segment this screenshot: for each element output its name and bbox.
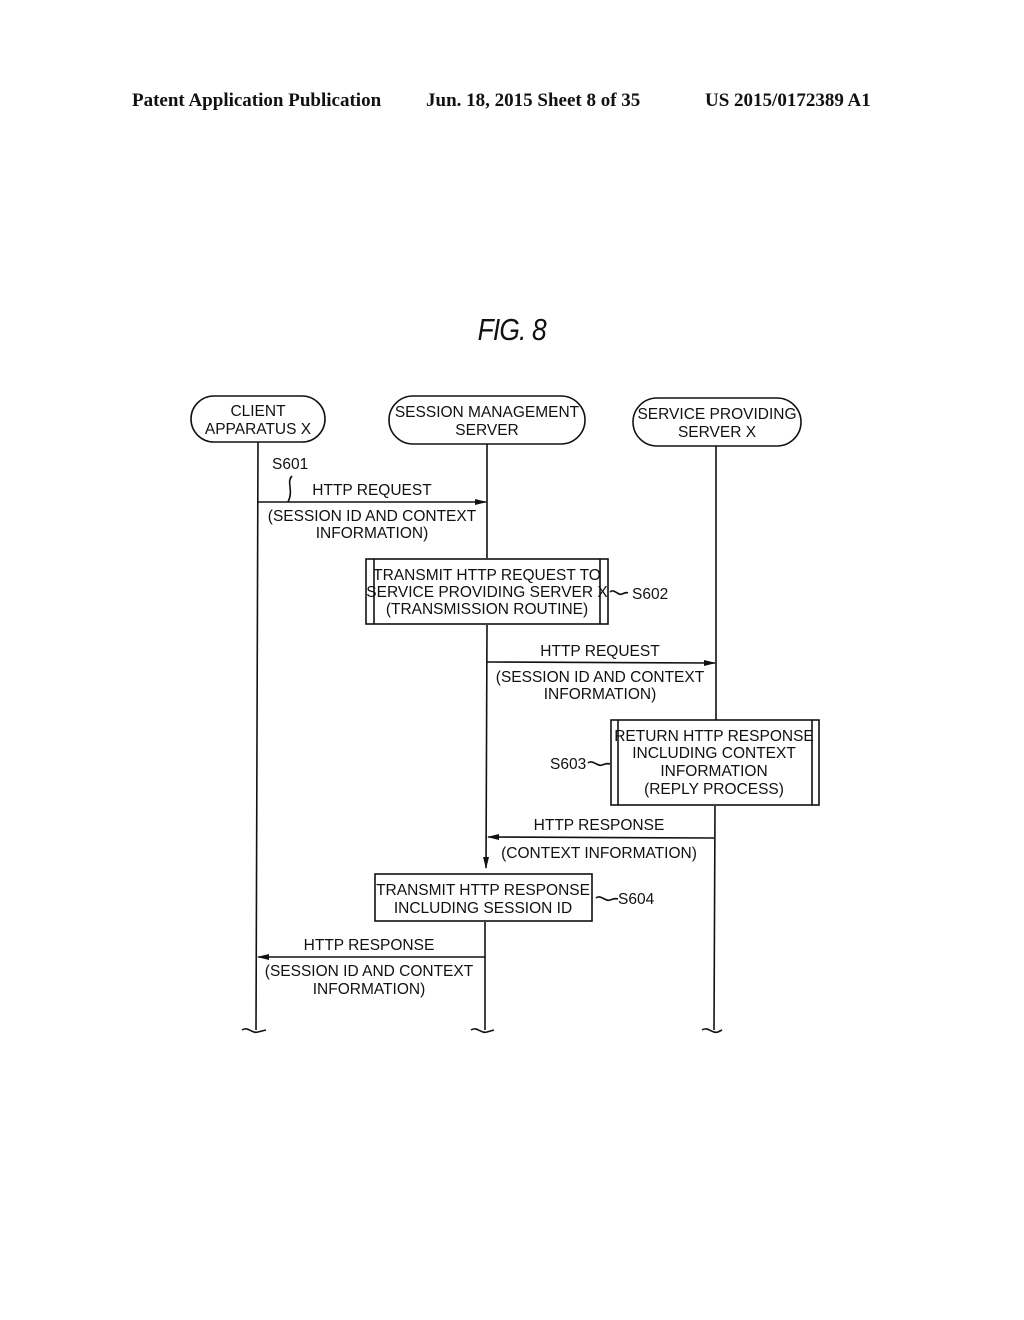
process-text: TRANSMIT HTTP REQUEST TO [373, 567, 601, 584]
lifeline-label: APPARATUS X [205, 421, 312, 438]
message-arrow [487, 834, 715, 841]
message-detail: (CONTEXT INFORMATION) [501, 845, 697, 862]
lifeline-label: SESSION MANAGEMENT [395, 404, 580, 421]
lifeline-header-session-server: SESSION MANAGEMENT SERVER [388, 395, 586, 445]
process-text: (REPLY PROCESS) [644, 781, 784, 798]
process-text: INCLUDING SESSION ID [394, 900, 572, 917]
lifeline-end-session [470, 1028, 495, 1034]
lifeline-session-b [483, 624, 490, 869]
message-detail: INFORMATION) [313, 981, 426, 998]
process-s602: TRANSMIT HTTP REQUEST TO SERVICE PROVIDI… [365, 558, 668, 625]
step-leader [595, 896, 619, 902]
lifeline-header-client: CLIENT APPARATUS X [190, 395, 326, 443]
message-label: HTTP RESPONSE [304, 937, 435, 954]
message-detail: INFORMATION) [316, 525, 429, 542]
message-detail: INFORMATION) [544, 686, 657, 703]
message-label: HTTP REQUEST [312, 482, 432, 499]
sequence-diagram: CLIENT APPARATUS X SESSION MANAGEMENT SE… [190, 395, 820, 1034]
lifeline-service-b [713, 805, 716, 1031]
message-label: HTTP RESPONSE [534, 817, 665, 834]
message-detail: (SESSION ID AND CONTEXT [496, 669, 705, 686]
message-detail: (SESSION ID AND CONTEXT [268, 508, 477, 525]
lifeline-client [255, 441, 259, 1031]
message-http-response-2: HTTP RESPONSE (SESSION ID AND CONTEXT IN… [257, 937, 485, 998]
lifeline-end-service [701, 1028, 723, 1034]
process-text: SERVICE PROVIDING SERVER X [366, 584, 608, 601]
process-text: TRANSMIT HTTP RESPONSE [376, 882, 590, 899]
process-text: (TRANSMISSION ROUTINE) [386, 601, 588, 618]
process-text: INCLUDING CONTEXT [632, 745, 796, 762]
message-http-response-1: HTTP RESPONSE (CONTEXT INFORMATION) [487, 817, 715, 862]
step-leader [287, 475, 293, 503]
process-text: RETURN HTTP RESPONSE [614, 728, 814, 745]
process-s604: TRANSMIT HTTP RESPONSE INCLUDING SESSION… [374, 873, 655, 922]
step-label-s602: S602 [632, 586, 668, 603]
message-http-request-1: S601 HTTP REQUEST (SESSION ID AND CONTEX… [258, 456, 487, 542]
lifeline-header-service-server: SERVICE PROVIDING SERVER X [632, 397, 802, 447]
lifeline-label: SERVER X [678, 424, 757, 441]
lifeline-label: CLIENT [230, 403, 286, 420]
step-leader [587, 761, 611, 767]
lifeline-label: SERVER [455, 422, 518, 439]
lifeline-end-client [241, 1028, 267, 1034]
step-label-s604: S604 [618, 891, 655, 908]
message-arrow [486, 659, 716, 666]
message-label: HTTP REQUEST [540, 643, 660, 660]
message-detail: (SESSION ID AND CONTEXT [265, 963, 474, 980]
process-s603: RETURN HTTP RESPONSE INCLUDING CONTEXT I… [550, 719, 820, 806]
message-http-request-2: HTTP REQUEST (SESSION ID AND CONTEXT INF… [486, 643, 716, 703]
step-leader [609, 590, 629, 596]
step-label-s601: S601 [272, 456, 308, 473]
lifeline-label: SERVICE PROVIDING [637, 406, 796, 423]
step-label-s603: S603 [550, 756, 586, 773]
process-text: INFORMATION [660, 763, 767, 780]
